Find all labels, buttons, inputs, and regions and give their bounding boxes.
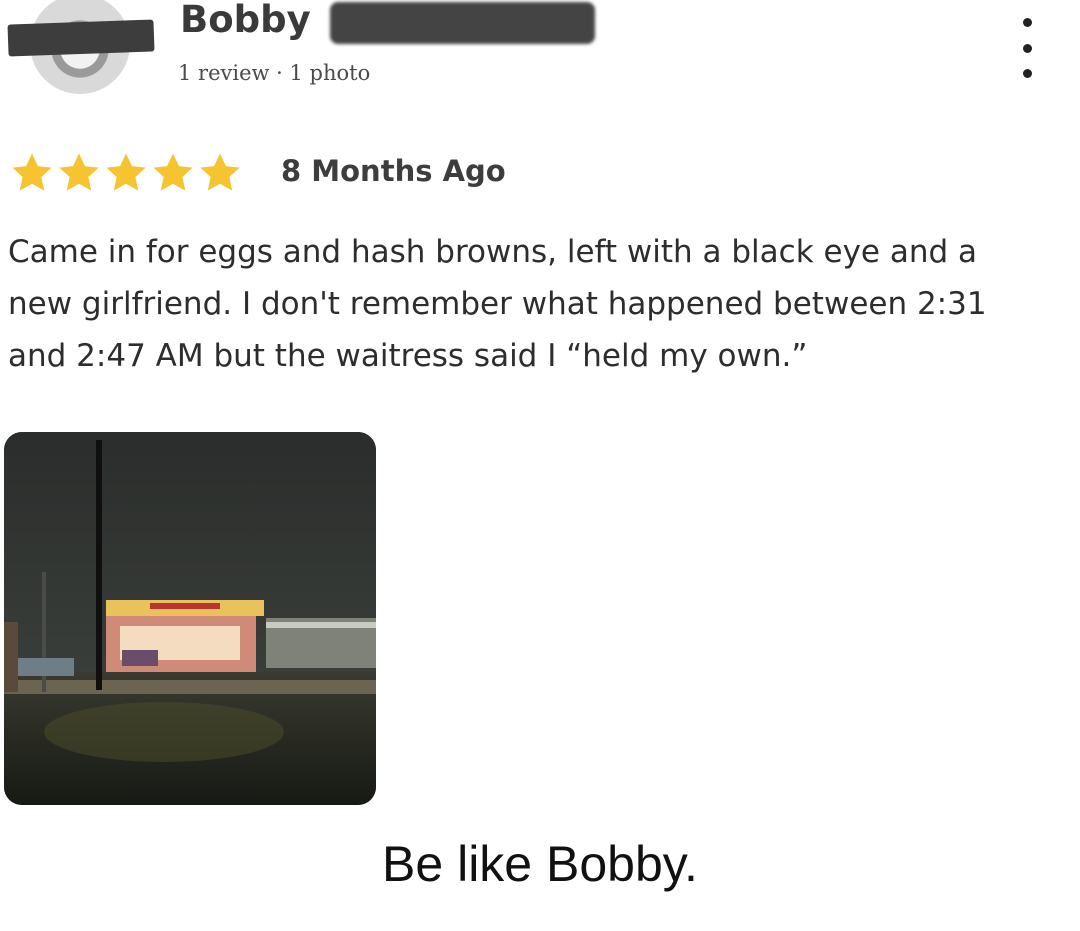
censor-bar (7, 19, 155, 57)
more-vert-icon[interactable] (1012, 18, 1042, 78)
reviewer-meta: 1 review · 1 photo (178, 61, 371, 85)
review-date: 8 Months Ago (281, 154, 506, 188)
star-rating (8, 150, 243, 196)
star-icon (59, 153, 99, 191)
reviewer-name[interactable]: Bobby (180, 0, 311, 41)
star-icon (106, 153, 146, 191)
star-icon (153, 153, 193, 191)
censor-bar (330, 2, 595, 44)
review-photo[interactable] (4, 432, 376, 805)
star-icon (12, 153, 52, 191)
review-text: Came in for eggs and hash browns, left w… (8, 234, 987, 374)
caption: Be like Bobby. (382, 836, 698, 892)
star-icon (200, 153, 240, 191)
